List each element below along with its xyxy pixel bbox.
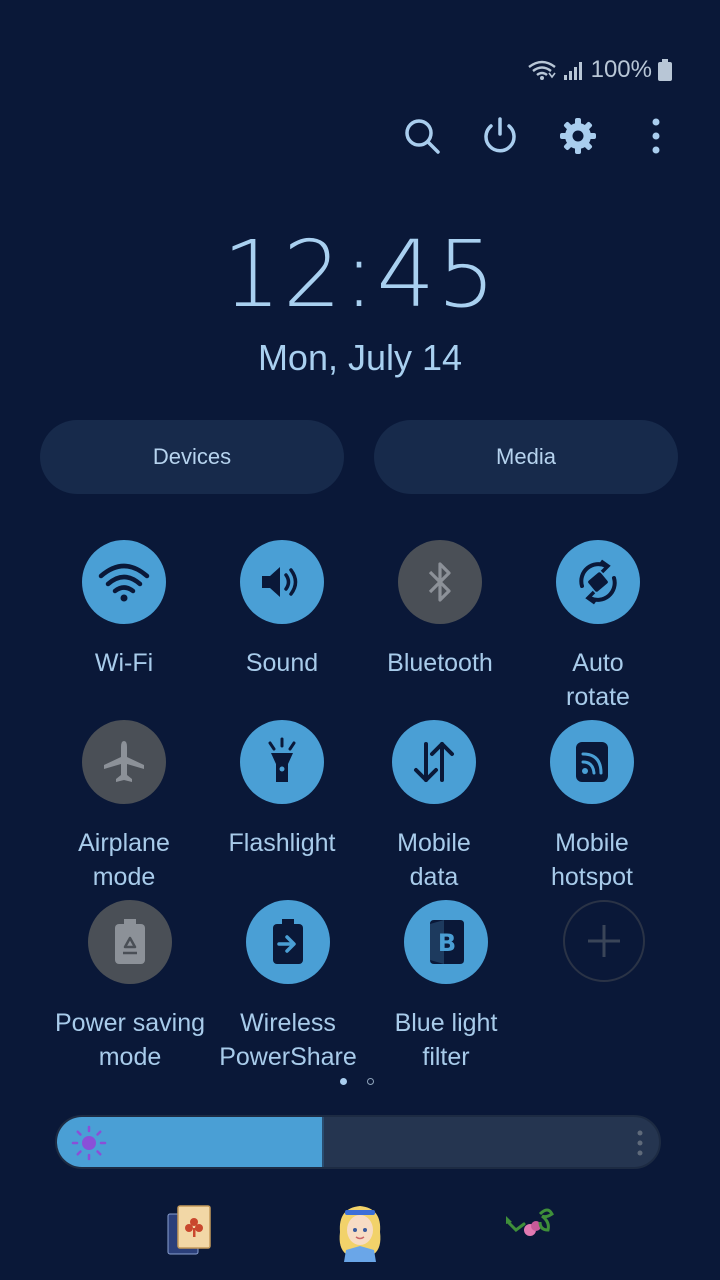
tile-label: Flashlight [228, 829, 336, 857]
plus-icon [588, 925, 620, 957]
clock-time[interactable]: 12:45 [0, 220, 720, 330]
battery-icon [658, 59, 672, 81]
sound-toggle[interactable] [240, 540, 324, 624]
quick-settings-panel: 100% 12:45 Mon, July 14 Devices Media Wi… [0, 0, 720, 1280]
mobile-data-toggle[interactable] [392, 720, 476, 804]
tile-label: Mobile data [397, 829, 471, 891]
blue-light-filter-icon: B [430, 920, 464, 964]
tile-label: Sound [245, 649, 319, 677]
bluetooth-toggle[interactable] [398, 540, 482, 624]
tile-airplane-mode[interactable]: Airplane mode [39, 720, 209, 894]
tile-wireless-powershare[interactable]: Wireless PowerShare [203, 900, 373, 1074]
tile-label: Wireless PowerShare [219, 1009, 357, 1071]
alice-app-icon[interactable] [330, 1200, 390, 1262]
tile-label: Bluetooth [387, 649, 493, 677]
more-options-icon[interactable] [632, 112, 680, 160]
media-button[interactable]: Media [374, 420, 678, 494]
hotspot-icon [576, 742, 608, 782]
brightness-more-icon[interactable] [635, 1129, 645, 1162]
solitaire-app-icon[interactable] [162, 1200, 222, 1260]
battery-recycle-icon [115, 919, 145, 964]
tile-label: Wi-Fi [94, 649, 154, 677]
cell-signal-icon [563, 59, 585, 81]
flower-app-icon[interactable] [502, 1200, 562, 1260]
tile-mobile-hotspot[interactable]: Mobile hotspot [507, 720, 677, 894]
tile-label: Power saving mode [54, 1009, 206, 1071]
notification-app-icons [0, 1200, 720, 1264]
tile-sound[interactable]: Sound [197, 540, 367, 680]
add-tile-button[interactable] [563, 900, 645, 982]
wireless-powershare-icon [273, 919, 303, 964]
tile-mobile-data[interactable]: Mobile data [349, 720, 519, 894]
tile-flashlight[interactable]: Flashlight [197, 720, 367, 860]
top-actions [398, 112, 680, 160]
blue-light-filter-toggle[interactable]: B [404, 900, 488, 984]
tile-label: Airplane mode [78, 829, 170, 891]
tile-power-saving[interactable]: Power saving mode [45, 900, 215, 1074]
mobile-hotspot-toggle[interactable] [550, 720, 634, 804]
speaker-icon [262, 567, 298, 597]
tile-bluetooth[interactable]: Bluetooth [355, 540, 525, 680]
wifi-status-icon [527, 59, 557, 81]
airplane-icon [104, 741, 144, 782]
search-icon[interactable] [398, 112, 446, 160]
tile-blue-light-filter[interactable]: B Blue light filter [361, 900, 531, 1074]
power-icon[interactable] [476, 112, 524, 160]
flashlight-icon [268, 737, 296, 782]
battery-percent: 100% [590, 56, 652, 83]
page-dot[interactable] [367, 1078, 374, 1085]
wireless-powershare-toggle[interactable] [246, 900, 330, 984]
tile-label: Auto rotate [566, 649, 630, 711]
power-saving-toggle[interactable] [88, 900, 172, 984]
wifi-icon [98, 563, 150, 602]
clock-date[interactable]: Mon, July 14 [0, 336, 720, 380]
auto-rotate-icon [579, 559, 617, 605]
wifi-toggle[interactable] [82, 540, 166, 624]
settings-gear-icon[interactable] [554, 112, 602, 160]
svg-text:B: B [438, 929, 456, 957]
auto-rotate-toggle[interactable] [556, 540, 640, 624]
tile-add[interactable] [519, 900, 689, 982]
airplane-mode-toggle[interactable] [82, 720, 166, 804]
page-indicator [340, 1078, 374, 1085]
data-arrows-icon [414, 742, 454, 782]
bluetooth-icon [428, 562, 451, 602]
devices-button[interactable]: Devices [40, 420, 344, 494]
status-bar: 100% [527, 56, 672, 84]
tile-wifi[interactable]: Wi-Fi [39, 540, 209, 680]
flashlight-toggle[interactable] [240, 720, 324, 804]
brightness-sun-icon [71, 1125, 107, 1166]
tile-label: Blue light filter [394, 1009, 498, 1071]
tile-auto-rotate[interactable]: Auto rotate [513, 540, 683, 714]
tile-label: Mobile hotspot [550, 829, 633, 891]
brightness-slider[interactable] [55, 1115, 661, 1169]
page-dot-active[interactable] [340, 1078, 347, 1085]
